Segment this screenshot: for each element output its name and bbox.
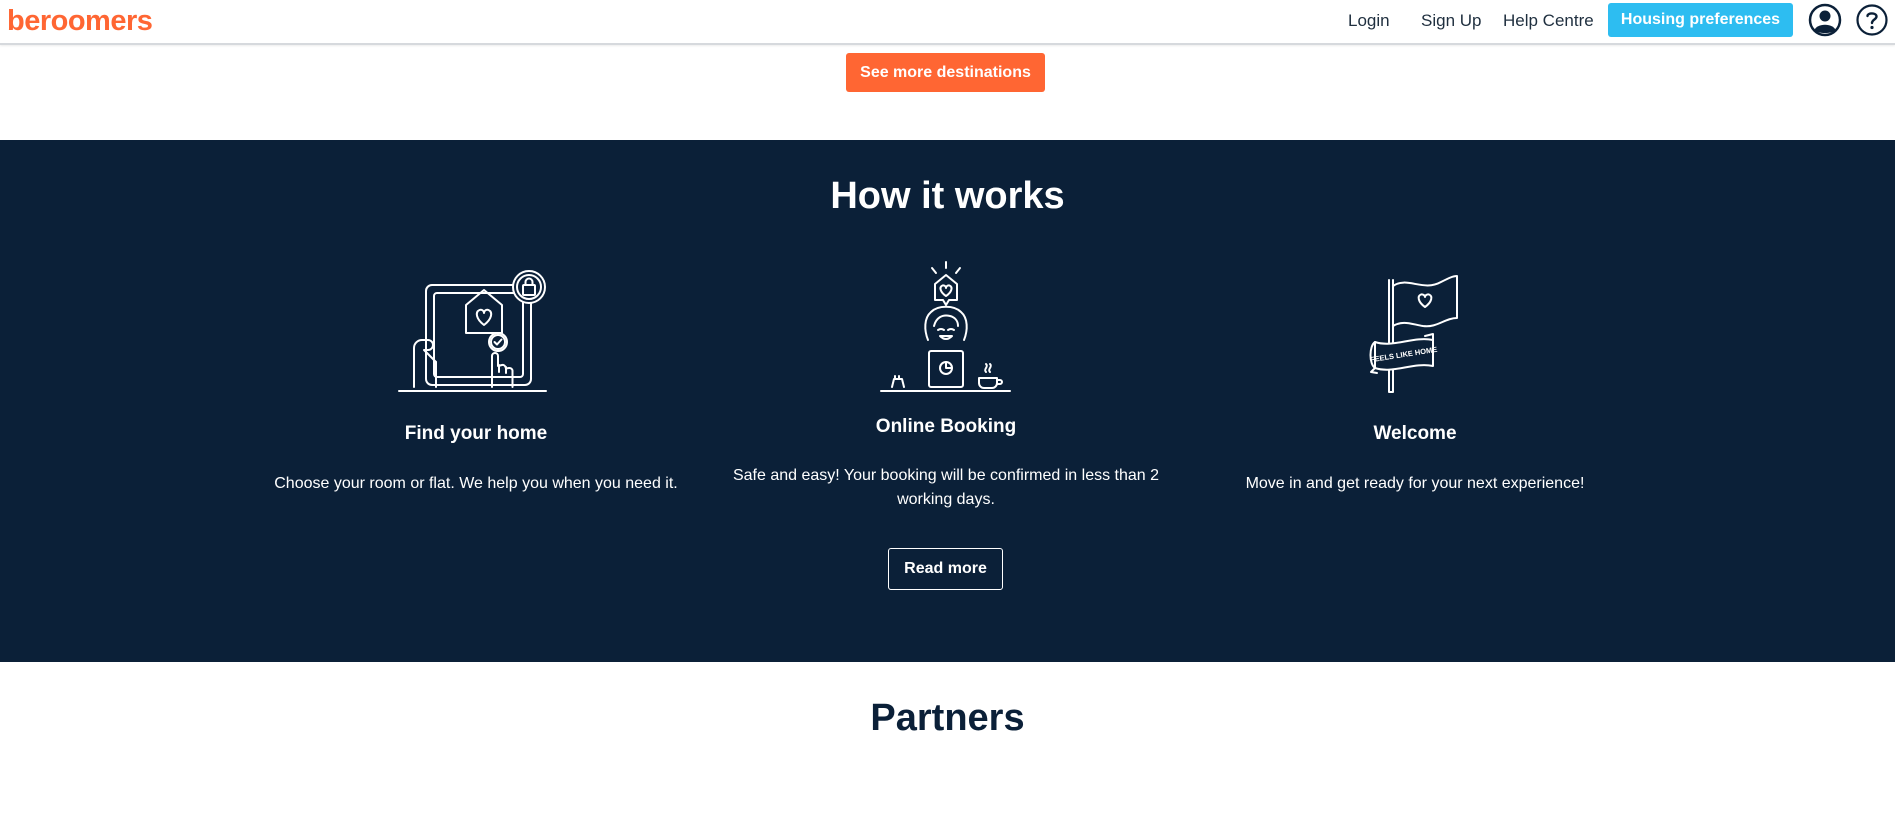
help-centre-link[interactable]: Help Centre xyxy=(1503,11,1594,31)
partners-title: Partners xyxy=(870,697,1025,739)
welcome-flag-illustration: FEELS LIKE HOME xyxy=(1369,275,1458,393)
help-question-icon[interactable] xyxy=(1855,3,1889,37)
step-description: Choose your room or flat. We help you wh… xyxy=(274,475,678,492)
beroomers-logo[interactable]: beroomers xyxy=(7,5,153,38)
step-description: Safe and easy! Your booking will be conf… xyxy=(732,467,1160,508)
step-title: Online Booking xyxy=(875,416,1017,437)
step-title: Find your home xyxy=(404,423,548,444)
find-home-illustration xyxy=(398,270,547,392)
signup-link[interactable]: Sign Up xyxy=(1421,11,1481,31)
step-online-booking: Online Booking Safe and easy! Your booki… xyxy=(721,260,1171,512)
housing-preferences-button[interactable]: Housing preferences xyxy=(1608,3,1793,37)
top-header: beroomers Login Sign Up Help Centre Hous… xyxy=(0,0,1895,45)
see-more-destinations-button[interactable]: See more destinations xyxy=(846,53,1045,92)
step-title: Welcome xyxy=(1373,423,1457,444)
login-link[interactable]: Login xyxy=(1348,11,1390,31)
step-description: Move in and get ready for your next expe… xyxy=(1245,475,1585,492)
read-more-button[interactable]: Read more xyxy=(888,548,1003,590)
step-welcome: FEELS LIKE HOME Welcome Move in and get … xyxy=(1165,270,1665,496)
user-account-icon[interactable] xyxy=(1808,3,1842,37)
step-find-home: Find your home Choose your room or flat.… xyxy=(226,270,726,496)
how-it-works-section: How it works Find your home Choose your … xyxy=(0,140,1895,662)
how-it-works-title: How it works xyxy=(830,175,1065,217)
online-booking-illustration xyxy=(880,261,1011,392)
